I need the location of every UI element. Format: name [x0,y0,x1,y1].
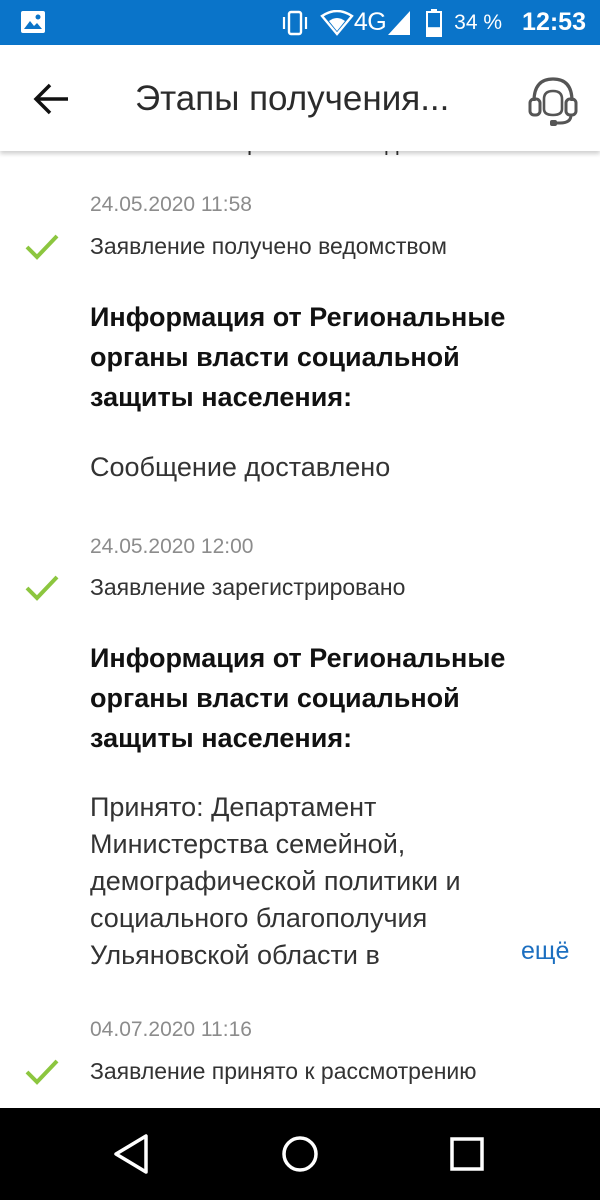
check-icon [25,1059,59,1085]
page-title: Этапы получения... [135,79,450,118]
event-status: Заявление зарегистрировано [90,574,406,600]
event-info-title: Информация от Региональные органы власти… [90,643,506,753]
event-info-title: Информация от Региональные органы власти… [90,302,506,412]
system-nav-bar [0,1108,600,1200]
battery-icon [426,8,443,37]
wifi-icon [320,9,354,36]
headset-icon[interactable] [522,71,584,129]
event-date: 24.05.2020 12:00 [90,535,254,558]
event-date: 24.05.2020 11:58 [90,193,252,216]
gallery-notification-icon [21,11,45,33]
arrow-left-icon[interactable] [28,75,76,123]
clock: 12:53 [522,8,586,36]
vibrate-icon [282,10,307,35]
clipped-previous-text: Заявление отправлено в ведомство [90,151,530,159]
event-date: 04.07.2020 11:16 [90,1018,252,1041]
event-status: Заявление получено ведомством [90,233,447,259]
nav-back-icon[interactable] [110,1132,154,1176]
status-bar: 4G 34 % 12:53 [0,0,600,45]
nav-home-icon[interactable] [278,1132,322,1176]
event-info-body: Принято: Департамент Министерства семейн… [90,792,461,970]
stages-list[interactable]: Заявление отправлено в ведомство 24.05.2… [0,151,600,1108]
event-status: Заявление принято к рассмотрению [90,1058,477,1084]
network-type-label: 4G [353,8,387,36]
battery-percent: 34 % [454,10,503,34]
signal-icon [388,10,411,35]
check-icon [25,234,59,260]
nav-recents-icon[interactable] [445,1132,489,1176]
event-info-body: Сообщение доставлено [90,452,391,482]
app-bar: Этапы получения... [0,45,600,151]
show-more-link[interactable]: ещё [521,937,569,966]
check-icon [25,575,59,601]
